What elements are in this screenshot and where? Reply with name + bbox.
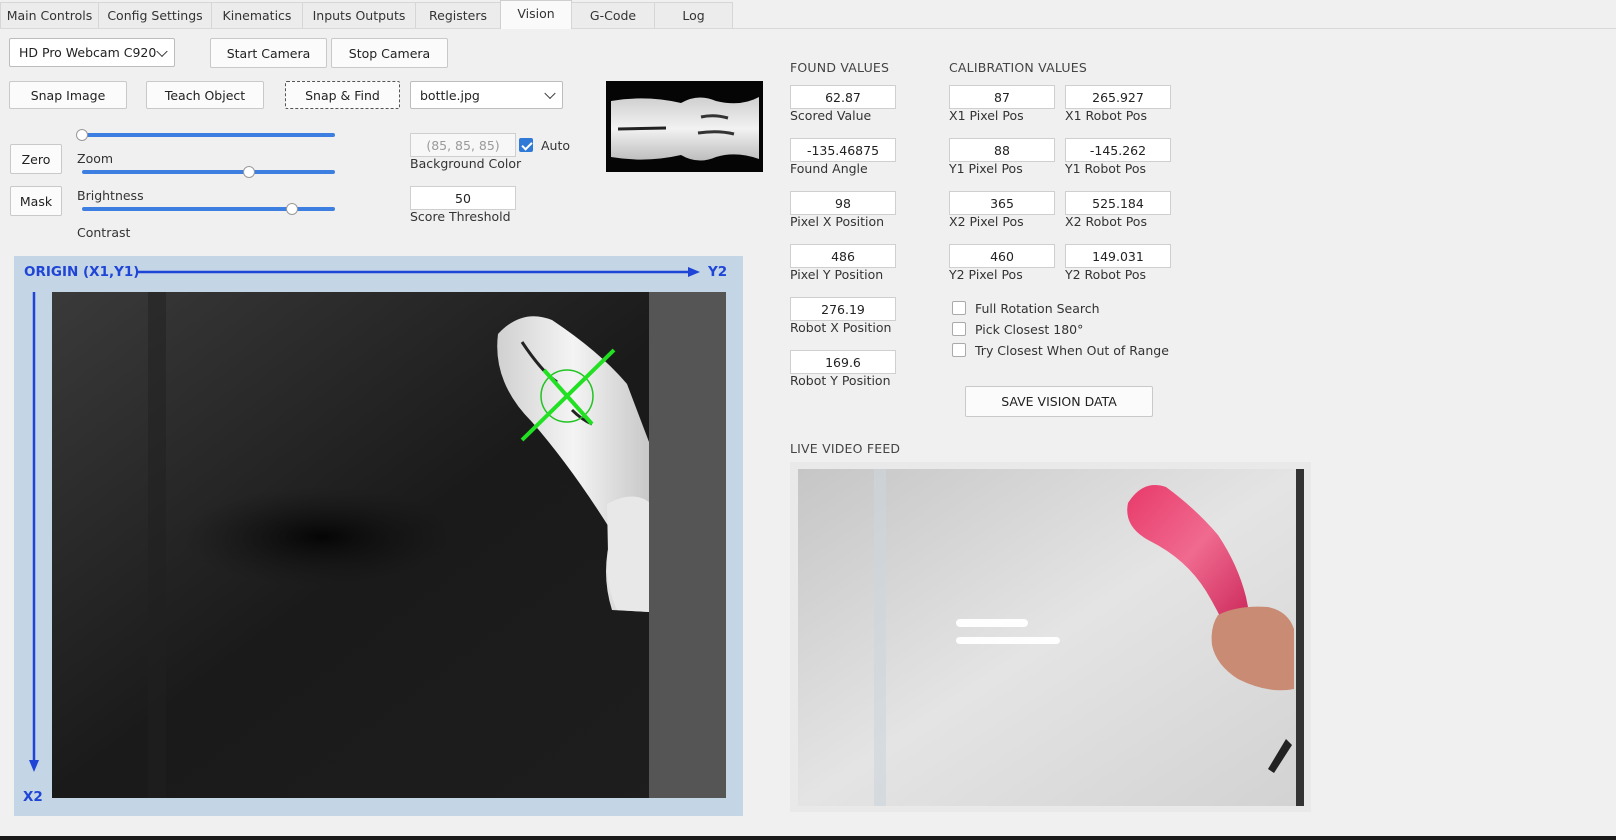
live-video-feed-header: LIVE VIDEO FEED [790, 441, 901, 456]
snapshot-image[interactable] [52, 292, 726, 798]
x2-robot-pos-field[interactable]: 525.184 [1065, 191, 1171, 215]
y1-pixel-pos-field[interactable]: 88 [949, 138, 1055, 162]
x2-pixel-pos-field[interactable]: 365 [949, 191, 1055, 215]
arrow-down-icon [29, 760, 39, 772]
robot-y-position-field[interactable]: 169.6 [790, 350, 896, 374]
calibration-values-header: CALIBRATION VALUES [949, 60, 1087, 75]
pixel-y-position-label: Pixel Y Position [790, 267, 884, 282]
x1-pixel-pos-label: X1 Pixel Pos [949, 108, 1024, 123]
try-closest-out-of-range-label: Try Closest When Out of Range [975, 343, 1169, 358]
robot-x-position-label: Robot X Position [790, 320, 892, 335]
save-vision-data-button[interactable]: SAVE VISION DATA [965, 386, 1153, 417]
pixel-x-position-field[interactable]: 98 [790, 191, 896, 215]
x1-pixel-pos-field[interactable]: 87 [949, 85, 1055, 109]
x1-robot-pos-field[interactable]: 265.927 [1065, 85, 1171, 109]
scored-value-label: Scored Value [790, 108, 872, 123]
x1-robot-pos-label: X1 Robot Pos [1065, 108, 1147, 123]
arrow-right-icon [688, 267, 700, 277]
found-values-header: FOUND VALUES [790, 60, 890, 75]
robot-x-position-field[interactable]: 276.19 [790, 297, 896, 321]
scored-value-field[interactable]: 62.87 [790, 85, 896, 109]
pixel-x-position-label: Pixel X Position [790, 214, 885, 229]
window-bottom-border [0, 836, 1616, 840]
found-angle-label: Found Angle [790, 161, 868, 176]
y1-pixel-pos-label: Y1 Pixel Pos [949, 161, 1023, 176]
y1-robot-pos-label: Y1 Robot Pos [1065, 161, 1147, 176]
pixel-y-position-field[interactable]: 486 [790, 244, 896, 268]
full-rotation-search-label: Full Rotation Search [975, 301, 1100, 316]
found-angle-field[interactable]: -135.46875 [790, 138, 896, 162]
robot-y-position-label: Robot Y Position [790, 373, 891, 388]
pick-closest-180-checkbox[interactable] [952, 322, 966, 336]
y1-robot-pos-field[interactable]: -145.262 [1065, 138, 1171, 162]
full-rotation-search-checkbox[interactable] [952, 301, 966, 315]
try-closest-out-of-range-checkbox[interactable] [952, 343, 966, 357]
y2-robot-pos-label: Y2 Robot Pos [1065, 267, 1147, 282]
live-video-feed-image[interactable] [798, 469, 1304, 806]
y2-pixel-pos-field[interactable]: 460 [949, 244, 1055, 268]
x2-pixel-pos-label: X2 Pixel Pos [949, 214, 1024, 229]
x2-robot-pos-label: X2 Robot Pos [1065, 214, 1147, 229]
pick-closest-180-label: Pick Closest 180° [975, 322, 1084, 337]
y2-robot-pos-field[interactable]: 149.031 [1065, 244, 1171, 268]
y2-pixel-pos-label: Y2 Pixel Pos [949, 267, 1023, 282]
